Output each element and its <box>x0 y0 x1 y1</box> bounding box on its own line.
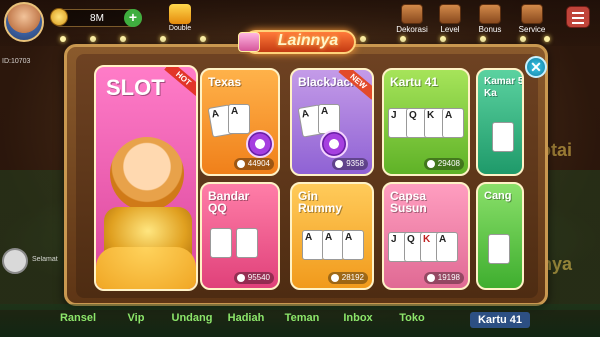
chat-icon[interactable] <box>2 248 28 274</box>
bonus-button[interactable]: Bonus <box>472 4 508 34</box>
cake-icon <box>238 32 260 52</box>
card-icon: A <box>302 230 324 260</box>
game-tile-ceme[interactable]: Cang <box>476 182 524 290</box>
panel-title: Lainnya <box>238 20 362 56</box>
level-label: Level <box>440 25 460 34</box>
double-icon <box>169 4 191 24</box>
player-count-value: 44904 <box>247 159 270 168</box>
game-tile-kartu41[interactable]: Kartu 41 J Q K A 29408 <box>382 68 470 176</box>
player-count: 29408 <box>423 158 464 170</box>
nav-teman[interactable]: Teman <box>276 312 328 324</box>
person-icon <box>335 160 344 168</box>
game-label-kamar5: Kamar 5 Ka <box>484 76 524 99</box>
bottom-kartu41-shortcut[interactable]: Kartu 41 <box>470 312 530 328</box>
person-icon <box>330 274 339 282</box>
player-count-value: 28192 <box>341 273 364 282</box>
game-tile-texas[interactable]: Texas A A 44904 <box>200 68 280 176</box>
decor-button[interactable]: Dekorasi <box>394 4 430 34</box>
game-label-slot: SLOT <box>106 75 165 100</box>
game-label-kartu41: Kartu 41 <box>390 75 439 89</box>
nav-undang[interactable]: Undang <box>166 312 218 324</box>
nav-inbox[interactable]: Inbox <box>332 312 384 324</box>
card-icon: A <box>342 230 364 260</box>
person-icon <box>426 274 435 282</box>
slot-character-icon <box>110 137 184 211</box>
card-icon: A <box>442 108 464 138</box>
card-icon: A <box>322 230 344 260</box>
player-count-value: 29408 <box>437 159 460 168</box>
person-icon <box>426 160 435 168</box>
domino-icon <box>210 228 232 258</box>
level-icon <box>439 4 461 24</box>
game-label-bandarqq: Bandar QQ <box>208 189 250 215</box>
poker-chip-icon <box>320 130 348 158</box>
game-tile-kamar5[interactable]: Kamar 5 Ka <box>476 68 524 176</box>
player-count-value: 19198 <box>437 273 460 282</box>
player-count: 9358 <box>332 158 368 170</box>
nav-hadiah[interactable]: Hadiah <box>220 312 272 324</box>
decor-label: Dekorasi <box>396 25 428 34</box>
avatar[interactable] <box>4 2 44 42</box>
add-coins-button[interactable]: + <box>124 9 142 27</box>
player-count-value: 9358 <box>346 159 364 168</box>
game-tile-blackjack[interactable]: BlackJack NEW A A 9358 <box>290 68 374 176</box>
game-tile-slot[interactable]: SLOT HOT <box>94 65 198 291</box>
service-icon <box>521 4 543 24</box>
person-icon <box>236 160 245 168</box>
game-label-ceme: Cang <box>484 190 512 202</box>
user-id: ID:10703 <box>2 58 31 65</box>
player-count: 19198 <box>423 272 464 284</box>
domino-icon <box>236 228 258 258</box>
nav-ransel[interactable]: Ransel <box>52 312 104 324</box>
poker-chip-icon <box>246 130 274 158</box>
chat-preview: Selamat <box>32 256 58 263</box>
player-count: 28192 <box>327 272 368 284</box>
double-button[interactable]: Double <box>165 4 195 32</box>
card-icon: A <box>228 104 250 134</box>
bonus-icon <box>479 4 501 24</box>
player-count: 95540 <box>233 272 274 284</box>
player-count: 44904 <box>233 158 274 170</box>
card-icon: A <box>436 232 458 262</box>
nav-toko[interactable]: Toko <box>386 312 438 324</box>
domino-icon <box>492 122 514 152</box>
service-label: Service <box>518 25 546 34</box>
game-tile-ginrummy[interactable]: Gin Rummy A A A 28192 <box>290 182 374 290</box>
double-label: Double <box>168 25 192 32</box>
hot-badge: HOT <box>164 67 196 96</box>
person-icon <box>236 274 245 282</box>
close-button[interactable]: ✕ <box>525 56 547 78</box>
coin-icon <box>50 8 68 26</box>
game-label-capsasusun: Capsa Susun <box>390 189 427 215</box>
bonus-label: Bonus <box>478 25 502 34</box>
player-count-value: 95540 <box>247 273 270 282</box>
cloud-decoration <box>96 247 196 289</box>
domino-icon <box>488 234 510 264</box>
level-button[interactable]: Level <box>432 4 468 34</box>
panel-title-text: Lainnya <box>277 32 339 49</box>
menu-icon[interactable] <box>566 6 590 28</box>
game-tile-bandarqq[interactable]: Bandar QQ 95540 <box>200 182 280 290</box>
nav-vip[interactable]: Vip <box>110 312 162 324</box>
game-tile-capsasusun[interactable]: Capsa Susun J Q K A 19198 <box>382 182 470 290</box>
game-label-texas: Texas <box>208 75 242 89</box>
service-button[interactable]: Service <box>514 4 550 34</box>
game-label-ginrummy: Gin Rummy <box>298 189 343 215</box>
decor-icon <box>401 4 423 24</box>
